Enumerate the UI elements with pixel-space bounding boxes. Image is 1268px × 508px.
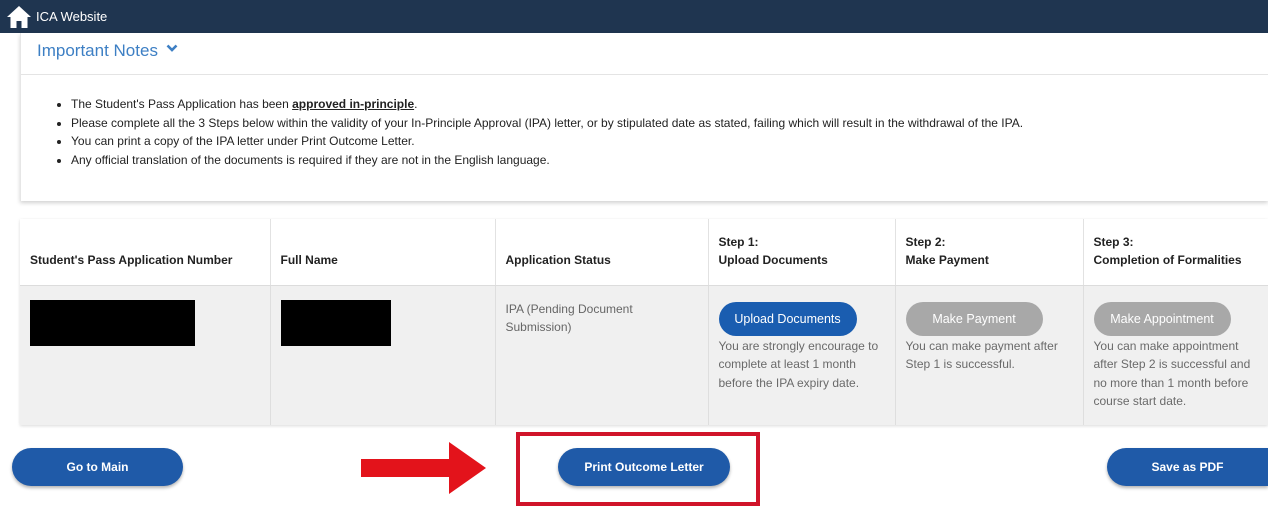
- step-subtitle: Upload Documents: [718, 252, 828, 267]
- make-payment-button[interactable]: Make Payment: [905, 301, 1043, 336]
- notes-header[interactable]: Important Notes: [21, 33, 1268, 75]
- column-header: Step 2: Make Payment: [895, 219, 1084, 286]
- application-number-cell: [20, 285, 271, 425]
- step-title: Step 1:: [718, 234, 759, 249]
- upload-documents-button[interactable]: Upload Documents: [718, 301, 857, 336]
- column-header: Student's Pass Application Number: [20, 219, 271, 286]
- column-header: Full Name: [270, 219, 496, 286]
- step-title: Step 2:: [905, 234, 946, 249]
- full-name-cell: [270, 285, 496, 425]
- note-text: .: [414, 97, 418, 111]
- step-subtitle: Make Payment: [905, 252, 989, 267]
- important-notes-panel: Important Notes The Student's Pass Appli…: [20, 33, 1268, 201]
- column-header: Step 1: Upload Documents: [708, 219, 896, 286]
- step3-cell: Make Appointment You can make appointmen…: [1083, 285, 1268, 425]
- redacted-application-number: [30, 299, 195, 346]
- notes-list: The Student's Pass Application has been …: [71, 95, 1251, 169]
- step-title: Step 3:: [1093, 234, 1134, 249]
- step2-cell: Make Payment You can make payment after …: [895, 285, 1084, 425]
- step-subtitle: Completion of Formalities: [1093, 252, 1242, 267]
- step1-cell: Upload Documents You are strongly encour…: [708, 285, 896, 425]
- step3-hint: You can make appointment after Step 2 is…: [1093, 338, 1251, 409]
- note-item: Any official translation of the document…: [71, 151, 1251, 170]
- site-title[interactable]: ICA Website: [36, 9, 107, 24]
- make-appointment-button[interactable]: Make Appointment: [1093, 301, 1231, 336]
- home-icon[interactable]: [6, 5, 32, 29]
- note-item: The Student's Pass Application has been …: [71, 95, 1251, 114]
- note-item: Please complete all the 3 Steps below wi…: [71, 114, 1251, 133]
- column-header: Application Status: [495, 219, 709, 286]
- red-arrow-annotation: [361, 442, 486, 494]
- chevron-down-icon[interactable]: [166, 42, 178, 54]
- step1-hint: You are strongly encourage to complete a…: [718, 338, 879, 390]
- approved-in-principle-text: approved in-principle: [292, 97, 415, 111]
- step2-hint: You can make payment after Step 1 is suc…: [905, 338, 1058, 372]
- table-header-row: Student's Pass Application Number Full N…: [20, 219, 1268, 286]
- print-outcome-letter-button[interactable]: Print Outcome Letter: [558, 448, 730, 486]
- table-row: IPA (Pending Document Submission) Upload…: [20, 285, 1268, 425]
- redacted-full-name: [280, 299, 391, 346]
- note-item: You can print a copy of the IPA letter u…: [71, 132, 1251, 151]
- notes-title[interactable]: Important Notes: [37, 41, 158, 61]
- application-table: Student's Pass Application Number Full N…: [20, 219, 1268, 425]
- application-status-cell: IPA (Pending Document Submission): [495, 285, 709, 425]
- go-to-main-button[interactable]: Go to Main: [12, 448, 183, 486]
- note-text: The Student's Pass Application has been: [71, 97, 293, 111]
- column-header: Step 3: Completion of Formalities: [1083, 219, 1268, 286]
- top-bar: ICA Website: [0, 0, 1268, 33]
- save-as-pdf-button[interactable]: Save as PDF: [1107, 448, 1268, 486]
